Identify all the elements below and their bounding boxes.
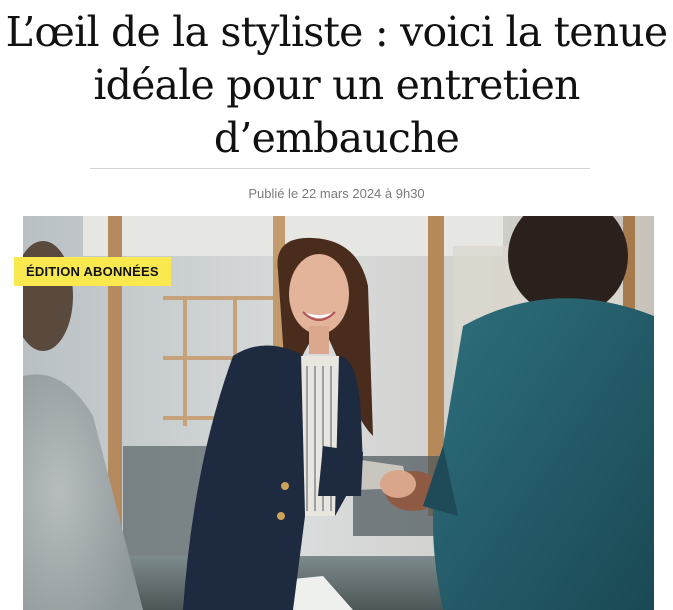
subscriber-edition-badge: Édition abonnées xyxy=(14,257,171,286)
headline-divider xyxy=(90,168,590,169)
article-headline: L’œil de la styliste : voici la tenue id… xyxy=(5,8,669,162)
publication-date: Publié le 22 mars 2024 à 9h30 xyxy=(248,186,425,201)
